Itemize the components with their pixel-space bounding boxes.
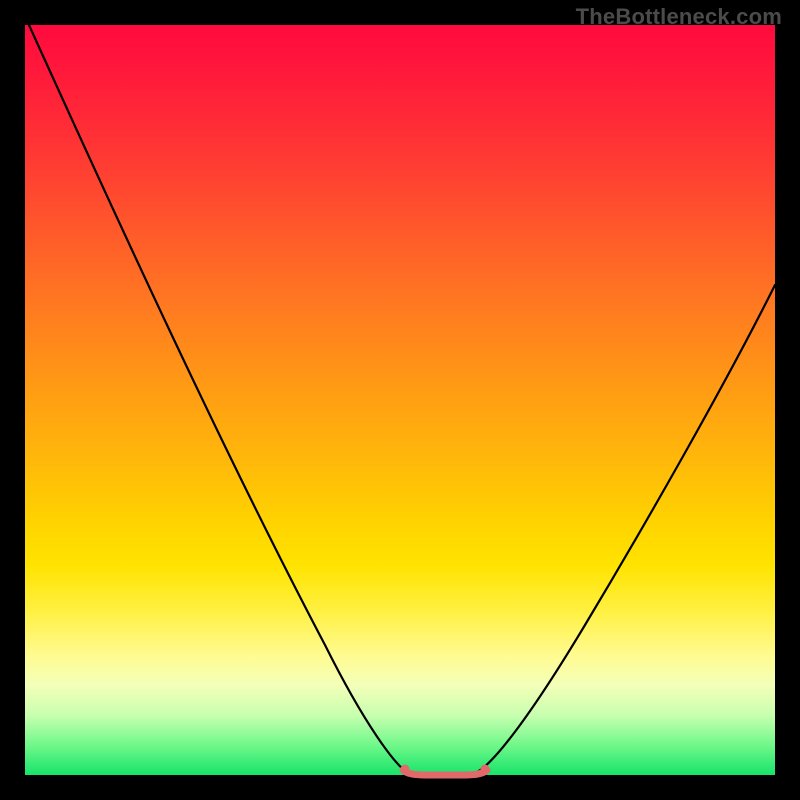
watermark-text: TheBottleneck.com — [576, 4, 782, 30]
marker-dot-right — [481, 765, 490, 774]
curve-layer — [25, 25, 775, 775]
marker-dot-left — [401, 765, 410, 774]
chart-frame: TheBottleneck.com — [0, 0, 800, 800]
plot-area — [25, 25, 775, 775]
flat-bottom-marker — [403, 770, 487, 775]
bottleneck-curve-path — [29, 25, 775, 773]
